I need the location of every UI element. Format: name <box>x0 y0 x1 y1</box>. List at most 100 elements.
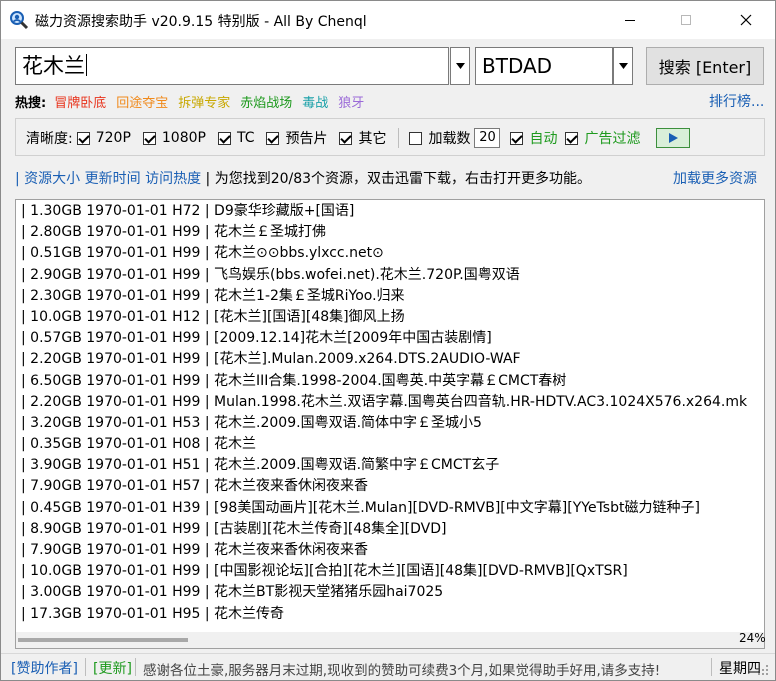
ad-filter-checkbox[interactable]: 广告过滤 <box>565 128 640 148</box>
result-row[interactable]: | 7.90GB 1970-01-01 H99 | 花木兰夜来香休闲夜来香 <box>21 540 764 561</box>
hot-search-item[interactable]: 狼牙 <box>338 96 364 111</box>
clarity-checkbox[interactable]: 预告片 <box>266 128 327 148</box>
result-row[interactable]: | 3.00GB 1970-01-01 H99 | 花木兰BT影视天堂猪猪乐园h… <box>21 582 764 603</box>
result-date: 1970-01-01 <box>86 330 168 347</box>
result-name: Mulan.1998.花木兰.双语字幕.国粤英台四音轨.HR-HDTV.AC3.… <box>214 393 748 410</box>
result-separator: | <box>200 224 215 241</box>
result-row[interactable]: | 2.20GB 1970-01-01 H99 | Mulan.1998.花木兰… <box>21 392 764 413</box>
result-separator: | <box>200 542 215 558</box>
ranking-link[interactable]: 排行榜... <box>709 91 764 111</box>
status-divider <box>711 658 712 676</box>
result-name: [花木兰][国语][48集]御风上扬 <box>214 308 405 325</box>
result-row[interactable]: | 2.20GB 1970-01-01 H99 | [花木兰].Mulan.20… <box>21 349 764 370</box>
result-row[interactable]: | 0.45GB 1970-01-01 H39 | [98美国动画片][花木兰.… <box>21 498 764 519</box>
result-row[interactable]: | 2.90GB 1970-01-01 H99 | 飞鸟娱乐(bbs.wofei… <box>21 265 764 286</box>
search-input[interactable]: 花木兰 <box>15 47 449 85</box>
resize-grip-icon[interactable] <box>757 664 769 676</box>
result-size: 0.45GB <box>30 499 82 516</box>
result-row[interactable]: | 0.57GB 1970-01-01 H99 | [2009.12.14]花木… <box>21 328 764 349</box>
load-count-checkbox[interactable]: 加载数 <box>409 128 470 148</box>
engine-dropdown-button[interactable] <box>613 47 633 85</box>
clarity-option-label: 1080P <box>161 130 206 146</box>
result-size: 10.0GB <box>30 563 82 580</box>
hot-search-items: 冒牌卧底 回途夺宝 拆弹专家 赤焰战场 毒战 狼牙 <box>54 92 374 111</box>
result-separator: | <box>200 520 215 537</box>
result-row[interactable]: | 10.0GB 1970-01-01 H12 | [花木兰][国语][48集]… <box>21 307 764 328</box>
result-separator: | <box>200 563 215 580</box>
hot-search-item[interactable]: 赤焰战场 <box>240 96 292 111</box>
result-heat: H99 <box>172 330 201 347</box>
result-row[interactable]: | 8.90GB 1970-01-01 H99 | [古装剧][花木兰传奇][4… <box>21 519 764 540</box>
result-separator: | <box>200 436 215 453</box>
result-row[interactable]: | 3.20GB 1970-01-01 H53 | 花木兰.2009.国粤双语.… <box>21 413 764 434</box>
clarity-checkbox[interactable]: 其它 <box>339 128 386 148</box>
result-date: 1970-01-01 <box>86 287 168 304</box>
engine-select[interactable]: BTDAD <box>475 47 613 85</box>
maximize-button[interactable] <box>663 1 709 39</box>
filter-group: 清晰度: 720P 1080P TC 预告片 其它 加载数 20 自动 广告过滤 <box>15 118 765 156</box>
result-separator: | <box>200 308 215 325</box>
result-separator: | <box>200 266 215 283</box>
checkbox-box <box>565 131 579 145</box>
result-row[interactable]: | 0.35GB 1970-01-01 H08 | 花木兰 <box>21 434 764 455</box>
hot-search-item[interactable]: 毒战 <box>302 96 328 111</box>
result-name: 花木兰￡圣城打佛 <box>214 224 327 241</box>
search-button[interactable]: 搜索 [Enter] <box>646 47 764 85</box>
result-size: 0.51GB <box>30 245 82 262</box>
result-heat: H99 <box>172 266 201 283</box>
result-separator: | <box>200 203 215 219</box>
result-row[interactable]: | 6.50GB 1970-01-01 H99 | 花木兰III合集.1998-… <box>21 371 764 392</box>
clarity-checkbox[interactable]: TC <box>217 128 254 148</box>
result-heat: H57 <box>172 478 201 495</box>
result-separator: | <box>21 499 31 516</box>
sort-time-link[interactable]: 更新时间 <box>85 171 141 187</box>
status-divider <box>85 658 86 676</box>
results-list[interactable]: | 1.30GB 1970-01-01 H72 | D9豪华珍藏版+[国语] | … <box>15 199 765 649</box>
status-bar: [赞助作者] [更新] 感谢各位土豪,服务器月末过期,现收到的赞助可续费3个月,… <box>1 653 775 680</box>
sponsor-link[interactable]: [赞助作者] <box>11 658 78 678</box>
update-link[interactable]: [更新] <box>93 658 132 678</box>
result-heat: H95 <box>172 605 201 622</box>
result-date: 1970-01-01 <box>86 457 168 474</box>
hot-search-item[interactable]: 拆弹专家 <box>178 96 230 111</box>
auto-checkbox[interactable]: 自动 <box>510 128 557 148</box>
result-separator: | <box>200 414 215 431</box>
result-separator: | <box>21 520 31 537</box>
chevron-down-icon <box>455 63 465 69</box>
result-separator: | <box>200 605 215 622</box>
clarity-options: 720P 1080P TC 预告片 其它 <box>76 128 399 148</box>
result-row[interactable]: | 10.0GB 1970-01-01 H99 | [中国影视论坛][合拍][花… <box>21 561 764 582</box>
load-count-field[interactable]: 20 <box>474 128 501 148</box>
result-row[interactable]: | 2.80GB 1970-01-01 H99 | 花木兰￡圣城打佛 <box>21 222 764 243</box>
result-row[interactable]: | 7.90GB 1970-01-01 H57 | 花木兰夜来香休闲夜来香 <box>21 476 764 497</box>
result-separator: | <box>21 245 31 262</box>
result-heat: H99 <box>172 224 201 241</box>
load-more-link[interactable]: 加载更多资源 <box>673 168 757 188</box>
filter-divider <box>398 128 400 148</box>
clarity-checkbox[interactable]: 720P <box>76 128 131 148</box>
clarity-label: 清晰度: <box>26 131 73 147</box>
hot-search-item[interactable]: 回途夺宝 <box>116 96 168 111</box>
horizontal-scrollbar[interactable] <box>16 632 764 648</box>
scrollbar-thumb[interactable] <box>18 638 188 642</box>
result-name: D9豪华珍藏版+[国语] <box>214 203 355 219</box>
play-button[interactable] <box>656 128 691 148</box>
result-separator: | <box>200 584 215 601</box>
hot-search-item[interactable]: 冒牌卧底 <box>54 96 106 111</box>
sort-heat-link[interactable]: 访问热度 <box>145 171 201 187</box>
clarity-checkbox[interactable]: 1080P <box>142 128 206 148</box>
result-separator: | <box>21 457 31 474</box>
result-name: 花木兰.2009.国粤双语.简繁中字￡CMCT玄子 <box>214 457 500 474</box>
result-row[interactable]: | 3.90GB 1970-01-01 H51 | 花木兰.2009.国粤双语.… <box>21 455 764 476</box>
minimize-button[interactable] <box>607 1 653 39</box>
sort-size-link[interactable]: 资源大小 <box>24 171 80 187</box>
history-dropdown-button[interactable] <box>450 47 470 85</box>
close-button[interactable] <box>723 1 769 39</box>
result-row[interactable]: | 1.30GB 1970-01-01 H72 | D9豪华珍藏版+[国语] <box>21 201 764 222</box>
result-name: [98美国动画片][花木兰.Mulan][DVD-RMVB][中文字幕][YYe… <box>214 499 700 516</box>
result-size: 0.35GB <box>30 436 82 453</box>
result-row[interactable]: | 2.30GB 1970-01-01 H99 | 花木兰1-2集￡圣城RiYo… <box>21 286 764 307</box>
result-row[interactable]: | 0.51GB 1970-01-01 H99 | 花木兰⊙⊙bbs.ylxcc… <box>21 243 764 264</box>
result-name: 花木兰⊙⊙bbs.ylxcc.net⊙ <box>214 245 384 262</box>
result-row[interactable]: | 17.3GB 1970-01-01 H95 | 花木兰传奇 <box>21 604 764 625</box>
